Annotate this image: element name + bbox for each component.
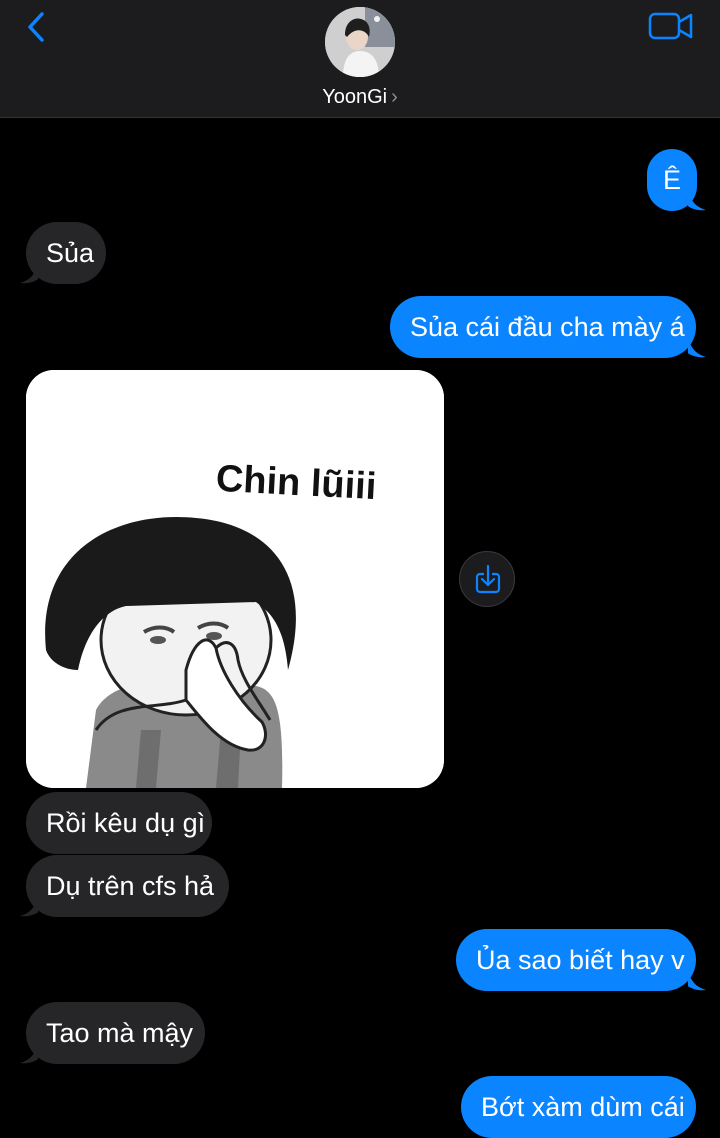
contact-name-button[interactable]: YoonGi › bbox=[0, 86, 720, 109]
incoming-message[interactable]: Tao mà mậy bbox=[26, 1002, 205, 1064]
avatar-photo bbox=[325, 7, 395, 77]
message-text: Ê bbox=[662, 165, 681, 195]
incoming-message[interactable]: Sủa bbox=[26, 222, 106, 284]
chevron-right-icon: › bbox=[391, 86, 398, 108]
message-text: Bớt xàm dùm cái bbox=[481, 1092, 685, 1122]
avatar[interactable] bbox=[325, 7, 395, 77]
bubble-tail bbox=[20, 1042, 38, 1064]
message-text: Dụ trên cfs hả bbox=[46, 871, 215, 901]
message-text: Rồi kêu dụ gì bbox=[46, 808, 206, 838]
contact-name: YoonGi bbox=[322, 86, 388, 108]
outgoing-message[interactable]: Ủa sao biết hay v bbox=[456, 929, 696, 991]
message-text: Sủa bbox=[46, 238, 95, 268]
chevron-left-icon[interactable] bbox=[22, 8, 52, 46]
bubble-tail bbox=[20, 262, 38, 284]
bubble-tail bbox=[20, 895, 38, 917]
incoming-message[interactable]: Rồi kêu dụ gì bbox=[26, 792, 212, 854]
message-text: Tao mà mậy bbox=[46, 1018, 194, 1048]
chat-header: YoonGi › bbox=[0, 0, 720, 118]
sticker-caption: Chin lũiii bbox=[215, 458, 377, 508]
sticker-image[interactable]: Chin lũiii bbox=[26, 370, 444, 788]
message-text: Sủa cái đầu cha mày á bbox=[410, 312, 685, 342]
bubble-tail bbox=[688, 969, 706, 991]
video-camera-icon[interactable] bbox=[648, 10, 694, 42]
save-sticker-button[interactable] bbox=[459, 551, 515, 607]
bubble-tail bbox=[688, 189, 706, 211]
download-icon bbox=[475, 564, 501, 594]
meme-sticker: Chin lũiii bbox=[26, 370, 444, 788]
message-text: Ủa sao biết hay v bbox=[476, 945, 685, 975]
incoming-message[interactable]: Dụ trên cfs hả bbox=[26, 855, 229, 917]
outgoing-message[interactable]: Bớt xàm dùm cái bbox=[461, 1076, 696, 1138]
outgoing-message[interactable]: Sủa cái đầu cha mày á bbox=[390, 296, 696, 358]
bubble-tail bbox=[688, 336, 706, 358]
